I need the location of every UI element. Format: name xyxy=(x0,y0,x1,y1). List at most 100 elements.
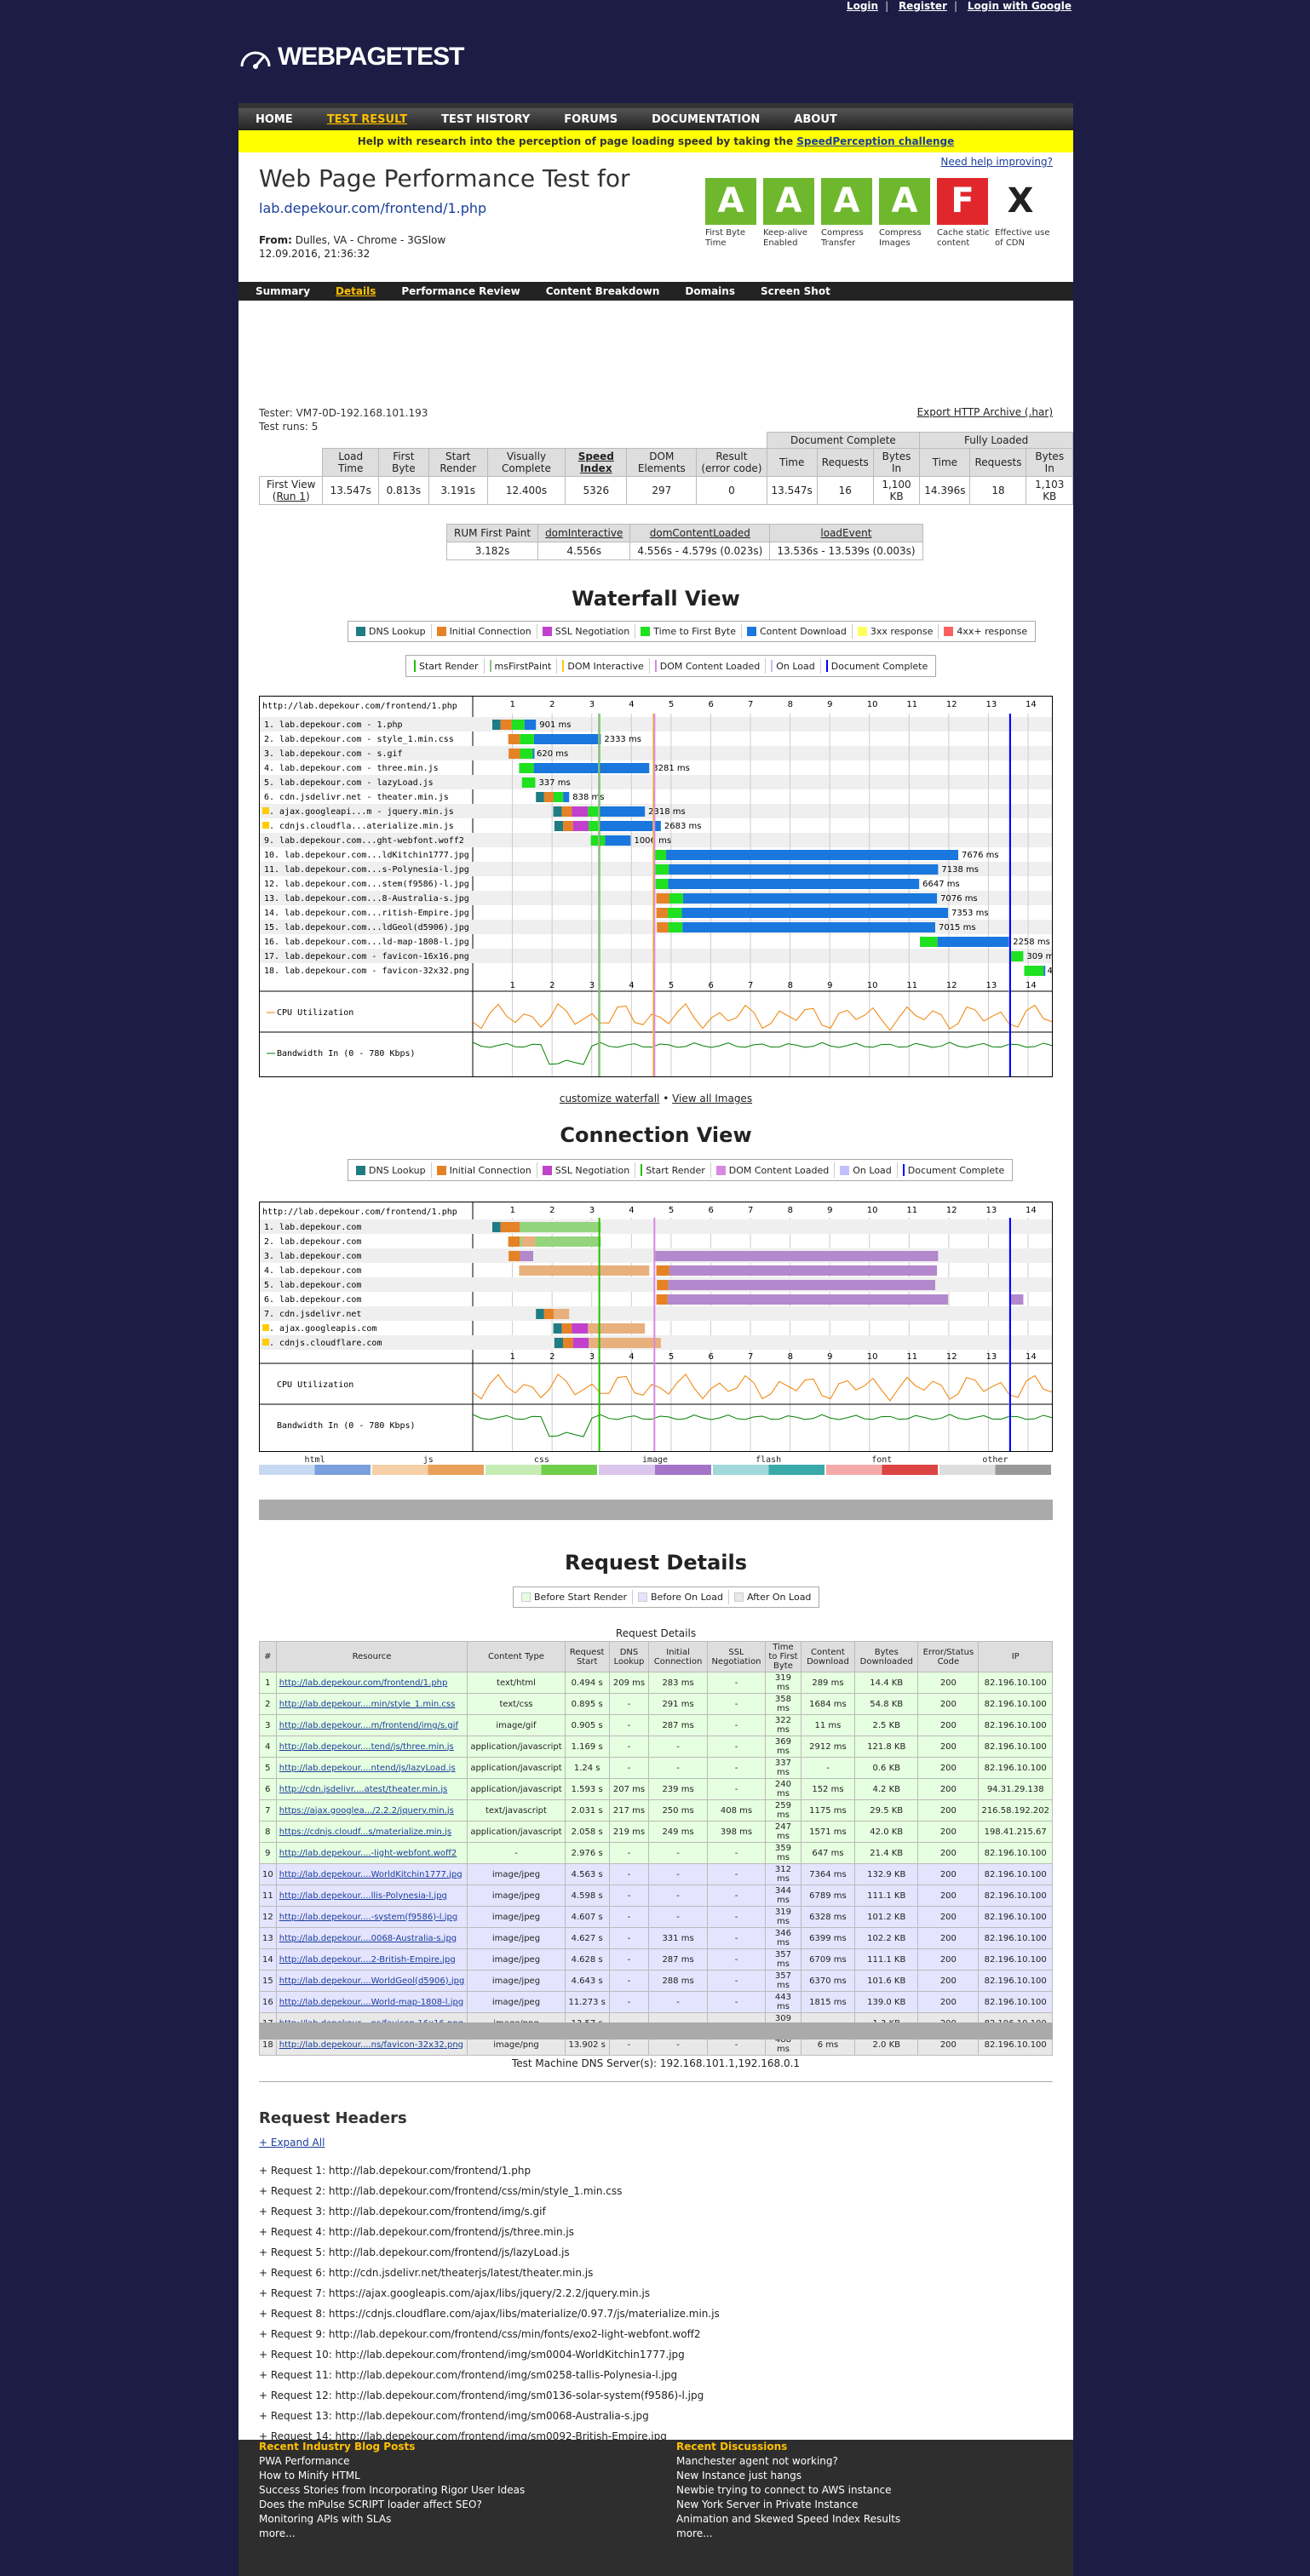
resource-link[interactable]: http://lab.depekour....WorldKitchin1777.… xyxy=(275,1863,468,1885)
logo[interactable]: WEBPAGETEST xyxy=(238,43,464,72)
tested-url[interactable]: lab.depekour.com/frontend/1.php xyxy=(259,200,486,216)
connection-row-label: 9. cdnjs.cloudflare.com xyxy=(264,1339,382,1348)
nav-documentation[interactable]: DOCUMENTATION xyxy=(652,113,760,126)
request-header-item[interactable]: + Request 3: http://lab.depekour.com/fro… xyxy=(259,2201,720,2222)
request-header-item[interactable]: + Request 10: http://lab.depekour.com/fr… xyxy=(259,2344,720,2365)
waterfall-bar xyxy=(668,879,920,889)
grade-box: F xyxy=(937,178,988,225)
table-cell: image/jpeg xyxy=(467,1927,566,1949)
resource-link[interactable]: http://lab.depekour....WorldGeol(d5906).… xyxy=(275,1970,468,1992)
tick-label: 11 xyxy=(906,700,917,709)
login-link[interactable]: Login xyxy=(847,0,878,12)
table-cell: 344 ms xyxy=(765,1885,802,1907)
speedperception-link[interactable]: SpeedPerception challenge xyxy=(796,135,954,147)
table-cell: 4.643 s xyxy=(564,1970,610,1992)
customize-waterfall-link[interactable]: customize waterfall xyxy=(560,1093,659,1104)
request-header-item[interactable]: + Request 1: http://lab.depekour.com/fro… xyxy=(259,2160,720,2181)
waterfall-row-label: 5. lab.depekour.com - lazyLoad.js xyxy=(264,778,434,788)
resource-link[interactable]: https://ajax.googlea.../2.2.2/jquery.min… xyxy=(275,1799,468,1822)
blog-link[interactable]: PWA Performance xyxy=(259,2454,525,2469)
table-cell: - xyxy=(706,1778,767,1800)
resource-link[interactable]: http://lab.depekour.com/frontend/1.php xyxy=(275,1672,468,1694)
register-link[interactable]: Register xyxy=(899,0,947,12)
grade-5[interactable]: X Effective use of CDN xyxy=(995,178,1053,249)
table-cell: 101.6 KB xyxy=(854,1970,919,1992)
export-har-link[interactable]: Export HTTP Archive (.har) xyxy=(917,406,1053,418)
resource-link[interactable]: http://lab.depekour....tend/js/three.min… xyxy=(275,1736,468,1758)
discussion-link[interactable]: Animation and Skewed Speed Index Results xyxy=(676,2512,900,2527)
tab-summary[interactable]: Summary xyxy=(256,285,310,297)
resource-link[interactable]: http://cdn.jsdelivr....atest/theater.min… xyxy=(275,1778,468,1800)
nav-forums[interactable]: FORUMS xyxy=(564,113,618,126)
tab-domains[interactable]: Domains xyxy=(685,285,735,297)
resource-link[interactable]: http://lab.depekour....ntend/js/lazyLoad… xyxy=(275,1757,468,1779)
grade-4[interactable]: F Cache static content xyxy=(937,178,995,249)
table-cell: 259 ms xyxy=(765,1799,802,1822)
resource-link[interactable]: http://lab.depekour....-light-webfont.wo… xyxy=(275,1842,468,1864)
run-1-link[interactable]: Run 1 xyxy=(276,491,305,502)
nav-test-result[interactable]: TEST RESULT xyxy=(327,113,407,126)
blog-link[interactable]: Success Stories from Incorporating Rigor… xyxy=(259,2483,525,2498)
request-header-item[interactable]: + Request 6: http://cdn.jsdelivr.net/the… xyxy=(259,2263,720,2283)
resource-link[interactable]: http://lab.depekour....World-map-1808-l.… xyxy=(275,1991,468,2013)
grade-2[interactable]: A Compress Transfer xyxy=(821,178,879,249)
blog-link[interactable]: How to Minify HTML xyxy=(259,2469,525,2483)
resource-link[interactable]: http://lab.depekour....min/style_1.min.c… xyxy=(275,1693,468,1715)
discussion-link[interactable]: Manchester agent not working? xyxy=(676,2454,900,2469)
help-improving-link[interactable]: Need help improving? xyxy=(940,156,1053,168)
blog-link[interactable]: Does the mPulse SCRIPT loader affect SEO… xyxy=(259,2498,525,2512)
table-cell: 21.4 KB xyxy=(854,1842,919,1864)
expand-all-link[interactable]: + Expand All xyxy=(259,2137,325,2149)
waterfall-bar xyxy=(937,937,1010,947)
discussion-link[interactable]: New York Server in Private Instance xyxy=(676,2498,900,2512)
table-cell: 9 xyxy=(259,1842,277,1864)
test-header: Web Page Performance Test for lab.depeko… xyxy=(238,152,1073,282)
discussion-link[interactable]: Newbie trying to connect to AWS instance xyxy=(676,2483,900,2498)
divider xyxy=(259,2081,1053,2082)
tab-screen-shot[interactable]: Screen Shot xyxy=(761,285,830,297)
resource-link[interactable]: http://lab.depekour....2-British-Empire.… xyxy=(275,1948,468,1971)
table-cell: image/jpeg xyxy=(467,1991,566,2013)
tab-performance-review[interactable]: Performance Review xyxy=(401,285,520,297)
request-header-item[interactable]: + Request 8: https://cdnjs.cloudflare.co… xyxy=(259,2303,720,2324)
request-header-item[interactable]: + Request 9: http://lab.depekour.com/fro… xyxy=(259,2324,720,2344)
discussion-link[interactable]: New Instance just hangs xyxy=(676,2469,900,2483)
discussion-link[interactable]: more... xyxy=(676,2527,900,2541)
blog-link[interactable]: Monitoring APIs with SLAs xyxy=(259,2512,525,2527)
tab-details[interactable]: Details xyxy=(336,285,376,297)
resource-link[interactable]: http://lab.depekour....m/frontend/img/s.… xyxy=(275,1714,468,1736)
request-header-item[interactable]: + Request 4: http://lab.depekour.com/fro… xyxy=(259,2222,720,2242)
table-row: 8 https://cdnjs.cloudf...s/materialize.mi… xyxy=(259,1821,1053,1843)
waterfall-bar xyxy=(524,720,537,730)
resource-link[interactable]: http://lab.depekour....0068-Australia-s.… xyxy=(275,1927,468,1949)
grade-0[interactable]: A First Byte Time xyxy=(705,178,763,249)
request-header-item[interactable]: + Request 11: http://lab.depekour.com/fr… xyxy=(259,2365,720,2385)
request-header-item[interactable]: + Request 13: http://lab.depekour.com/fr… xyxy=(259,2406,720,2426)
resource-link[interactable]: http://lab.depekour....-system(f9586)-l.… xyxy=(275,1906,468,1928)
waterfall-bar xyxy=(520,749,533,759)
nav-test-history[interactable]: TEST HISTORY xyxy=(441,113,530,126)
resource-link[interactable]: https://cdnjs.cloudf...s/materialize.min… xyxy=(275,1821,468,1843)
grade-3[interactable]: A Compress Images xyxy=(879,178,937,249)
nav-about[interactable]: ABOUT xyxy=(794,113,836,126)
login-google-link[interactable]: Login with Google xyxy=(968,0,1072,12)
first-view-label: First View (Run 1) xyxy=(258,476,324,505)
table-cell: text/css xyxy=(467,1693,566,1715)
resource-link[interactable]: http://lab.depekour....llis-Polynesia-l.… xyxy=(275,1885,468,1907)
view-images-link[interactable]: View all Images xyxy=(672,1093,752,1104)
dns-servers: Test Machine DNS Server(s): 192.168.101.… xyxy=(511,2057,801,2069)
request-header-item[interactable]: + Request 2: http://lab.depekour.com/fro… xyxy=(259,2181,720,2201)
blog-link[interactable]: more... xyxy=(259,2527,525,2541)
grade-1[interactable]: A Keep-alive Enabled xyxy=(763,178,821,249)
connection-row-label: 3. lab.depekour.com xyxy=(264,1252,361,1261)
table-cell: - xyxy=(608,1757,650,1779)
request-header-item[interactable]: + Request 5: http://lab.depekour.com/fro… xyxy=(259,2242,720,2263)
tab-content-breakdown[interactable]: Content Breakdown xyxy=(546,285,660,297)
legend-item: On Load xyxy=(766,658,821,674)
legend-item: DNS Lookup xyxy=(351,624,432,639)
connection-row-label: 4. lab.depekour.com xyxy=(264,1266,361,1276)
table-cell: 287 ms xyxy=(648,1948,708,1971)
request-header-item[interactable]: + Request 7: https://ajax.googleapis.com… xyxy=(259,2283,720,2303)
nav-home[interactable]: HOME xyxy=(256,113,293,126)
request-header-item[interactable]: + Request 12: http://lab.depekour.com/fr… xyxy=(259,2385,720,2406)
